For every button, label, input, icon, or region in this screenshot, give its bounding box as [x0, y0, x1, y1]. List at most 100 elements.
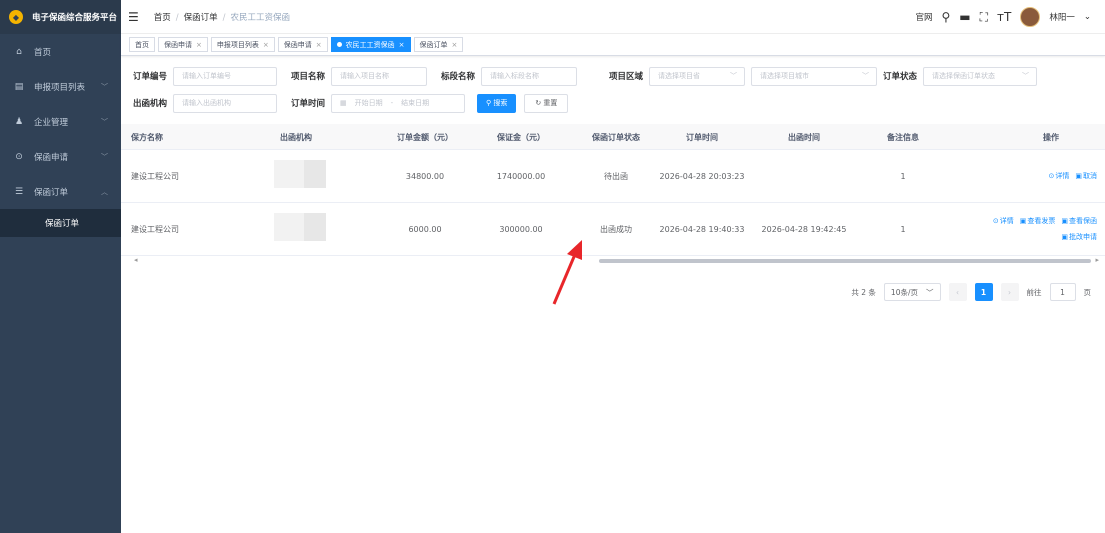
sidebar-item-label: 保函订单: [34, 187, 69, 198]
sidebar: ◆ 电子保函综合服务平台 ⌂ 首页 ▤ 申报项目列表 ﹀ ♟ 企业管理 ﹀ ⊙ 保函申请 ﹀ ☰ 保函订…: [0, 0, 121, 533]
next-page-button[interactable]: ›: [1000, 283, 1019, 301]
breadcrumb: 首页 / 保函订单 / 农民工工资保函: [154, 11, 290, 23]
field-region: 项目区域 请选择项目省 ﹀ 请选择项目城市 ﹀: [609, 66, 878, 86]
tab-tag-label: 首页: [135, 40, 149, 49]
city-select[interactable]: 请选择项目城市 ﹀: [751, 66, 878, 86]
deposit-amount: 300000.00: [499, 224, 543, 234]
breadcrumb-item-current: 农民工工资保函: [230, 12, 291, 23]
goto-label: 前往: [1026, 287, 1042, 297]
order-no-input[interactable]: 请输入订单编号: [173, 66, 278, 86]
annotation-arrow-shaft: [552, 251, 578, 305]
tab-tag[interactable]: 保函订单 ×: [413, 37, 464, 52]
column-header: 出函机构: [280, 132, 312, 142]
actions-cell: ⊙详情 ▣查看发票 ▣查看保函 ▣批改申请: [993, 203, 1097, 255]
section-name-input[interactable]: 请输入标段名称: [481, 66, 578, 86]
sidebar-item-home[interactable]: ⌂ 首页: [0, 34, 121, 69]
field-order-no: 订单编号 请输入订单编号: [133, 66, 278, 86]
field-issuer: 出函机构 请输入出函机构: [133, 93, 278, 113]
avatar[interactable]: [1020, 7, 1041, 27]
fullscreen-icon[interactable]: ⛶: [980, 10, 988, 25]
close-icon[interactable]: ×: [263, 41, 269, 49]
search-button[interactable]: ⚲ 搜索: [477, 93, 517, 113]
issuer-label: 出函机构: [133, 99, 168, 109]
action-link-label: 查看发票: [1027, 217, 1056, 225]
tab-tag[interactable]: 保函申请 ×: [158, 37, 208, 52]
action-link[interactable]: ⊙详情: [1049, 171, 1070, 181]
close-icon[interactable]: ×: [452, 41, 458, 49]
table-header: 保方名称 出函机构 订单金额（元） 保证金（元） 保函订单状态 订单时间 出函时间 备注信息 操…: [121, 124, 1105, 150]
company-name: 建设工程公司: [131, 224, 179, 234]
font-size-icon[interactable]: тT: [997, 10, 1011, 24]
status-select[interactable]: 请选择保函订单状态 ﹀: [923, 66, 1038, 86]
page-number-current[interactable]: 1: [974, 283, 993, 301]
tab-tag-label: 保函订单: [419, 40, 448, 49]
scroll-left-icon[interactable]: ◂: [134, 256, 138, 264]
scrollbar-thumb[interactable]: [599, 259, 1091, 263]
breadcrumb-item-home[interactable]: 首页: [154, 13, 171, 23]
sidebar-item-label: 企业管理: [34, 117, 69, 128]
action-link[interactable]: ▣批改申请: [1061, 232, 1097, 242]
calendar-icon: ▦: [340, 99, 347, 107]
city-placeholder: 请选择项目城市: [760, 72, 810, 80]
action-link[interactable]: ⊙详情: [993, 216, 1014, 226]
action-link-label: 详情: [999, 217, 1014, 225]
action-link[interactable]: ▣取消: [1075, 171, 1097, 181]
orders-table: 保方名称 出函机构 订单金额（元） 保证金（元） 保函订单状态 订单时间 出函时间 备注信息 操…: [121, 124, 1105, 266]
field-section-name: 标段名称 请输入标段名称: [441, 66, 578, 86]
logo-icon: ◆: [9, 10, 23, 24]
column-header: 订单金额（元）: [397, 132, 453, 142]
tab-tag[interactable]: 申报项目列表 ×: [210, 37, 275, 52]
close-icon[interactable]: ×: [399, 41, 405, 49]
page-unit-label: 页: [1083, 287, 1092, 297]
hamburger-icon[interactable]: ☰: [128, 10, 139, 24]
sidebar-item-declared-projects[interactable]: ▤ 申报项目列表 ﹀: [0, 69, 121, 104]
navbar-right: 官网 ⚲ ▬ ⛶ тT 林阳一 ⌄: [915, 0, 1091, 34]
sidebar-item-guarantee-apply[interactable]: ⊙ 保函申请 ﹀: [0, 139, 121, 174]
message-icon[interactable]: ▬: [959, 10, 970, 24]
sidebar-item-company-management[interactable]: ♟ 企业管理 ﹀: [0, 104, 121, 139]
order-icon: ☰: [14, 186, 24, 197]
chevron-icon: ﹀: [101, 82, 108, 91]
user-caret-icon[interactable]: ⌄: [1084, 12, 1091, 22]
sidebar-item-guarantee-orders[interactable]: ☰ 保函订单 ︿: [0, 174, 121, 209]
sidebar-item-label: 保函申请: [34, 152, 69, 163]
document-icon: ▣: [1019, 217, 1027, 225]
close-icon[interactable]: ×: [196, 41, 202, 49]
reset-button-label: 重置: [543, 99, 558, 107]
app-title: 电子保函综合服务平台: [32, 13, 118, 23]
tab-tag[interactable]: 首页: [129, 37, 155, 52]
province-select[interactable]: 请选择项目省 ﹀: [649, 66, 746, 86]
column-header: 保证金（元）: [497, 132, 545, 142]
breadcrumb-item-orders[interactable]: 保函订单: [184, 13, 218, 23]
home-icon: ⌂: [16, 46, 22, 57]
date-range-picker[interactable]: ▦ 开始日期 - 结束日期: [331, 93, 466, 113]
search-icon[interactable]: ⚲: [941, 10, 950, 24]
field-status: 订单状态 请选择保函订单状态 ﹀: [883, 66, 1038, 86]
order-time: 2026-04-28 20:03:23: [659, 171, 745, 181]
annotation-arrow-head: [567, 240, 582, 260]
issuer-input[interactable]: 请输入出函机构: [173, 93, 278, 113]
company-name: 建设工程公司: [131, 171, 179, 181]
action-link[interactable]: ▣查看发票: [1020, 216, 1056, 226]
username[interactable]: 林阳一: [1049, 11, 1075, 23]
tab-tag-label: 保函申请: [164, 40, 192, 49]
annotation-arrow-icon: [552, 240, 582, 305]
sidebar-subitem-guarantee-orders[interactable]: 保函订单: [0, 209, 121, 237]
tab-tag[interactable]: 农民工工资保函 ×: [330, 37, 411, 52]
action-link[interactable]: ▣查看保函: [1061, 216, 1097, 226]
project-name-input[interactable]: 请输入项目名称: [331, 66, 428, 86]
tags-view: 首页 保函申请 × 申报项目列表 × 保函申请 × 农民工工资保函 × 保函订单 ×: [121, 34, 1105, 56]
chevron-down-icon: ﹀: [730, 72, 738, 80]
goto-page-input[interactable]: 1: [1049, 283, 1076, 301]
scroll-right-icon[interactable]: ▸: [1095, 256, 1099, 264]
horizontal-scrollbar[interactable]: ◂ ▸: [121, 256, 1105, 266]
chevron-icon: ︿: [101, 187, 108, 196]
tab-tag-label: 农民工工资保函: [345, 40, 395, 49]
tab-tag[interactable]: 保函申请 ×: [277, 37, 328, 52]
reset-button[interactable]: ↻ 重置: [524, 93, 569, 113]
tab-tag-label: 保函申请: [283, 40, 312, 49]
close-icon[interactable]: ×: [316, 41, 322, 49]
prev-page-button[interactable]: ‹: [948, 283, 967, 301]
page-size-select[interactable]: 10条/页 ﹀: [883, 283, 941, 301]
official-site-link[interactable]: 官网: [915, 11, 932, 23]
